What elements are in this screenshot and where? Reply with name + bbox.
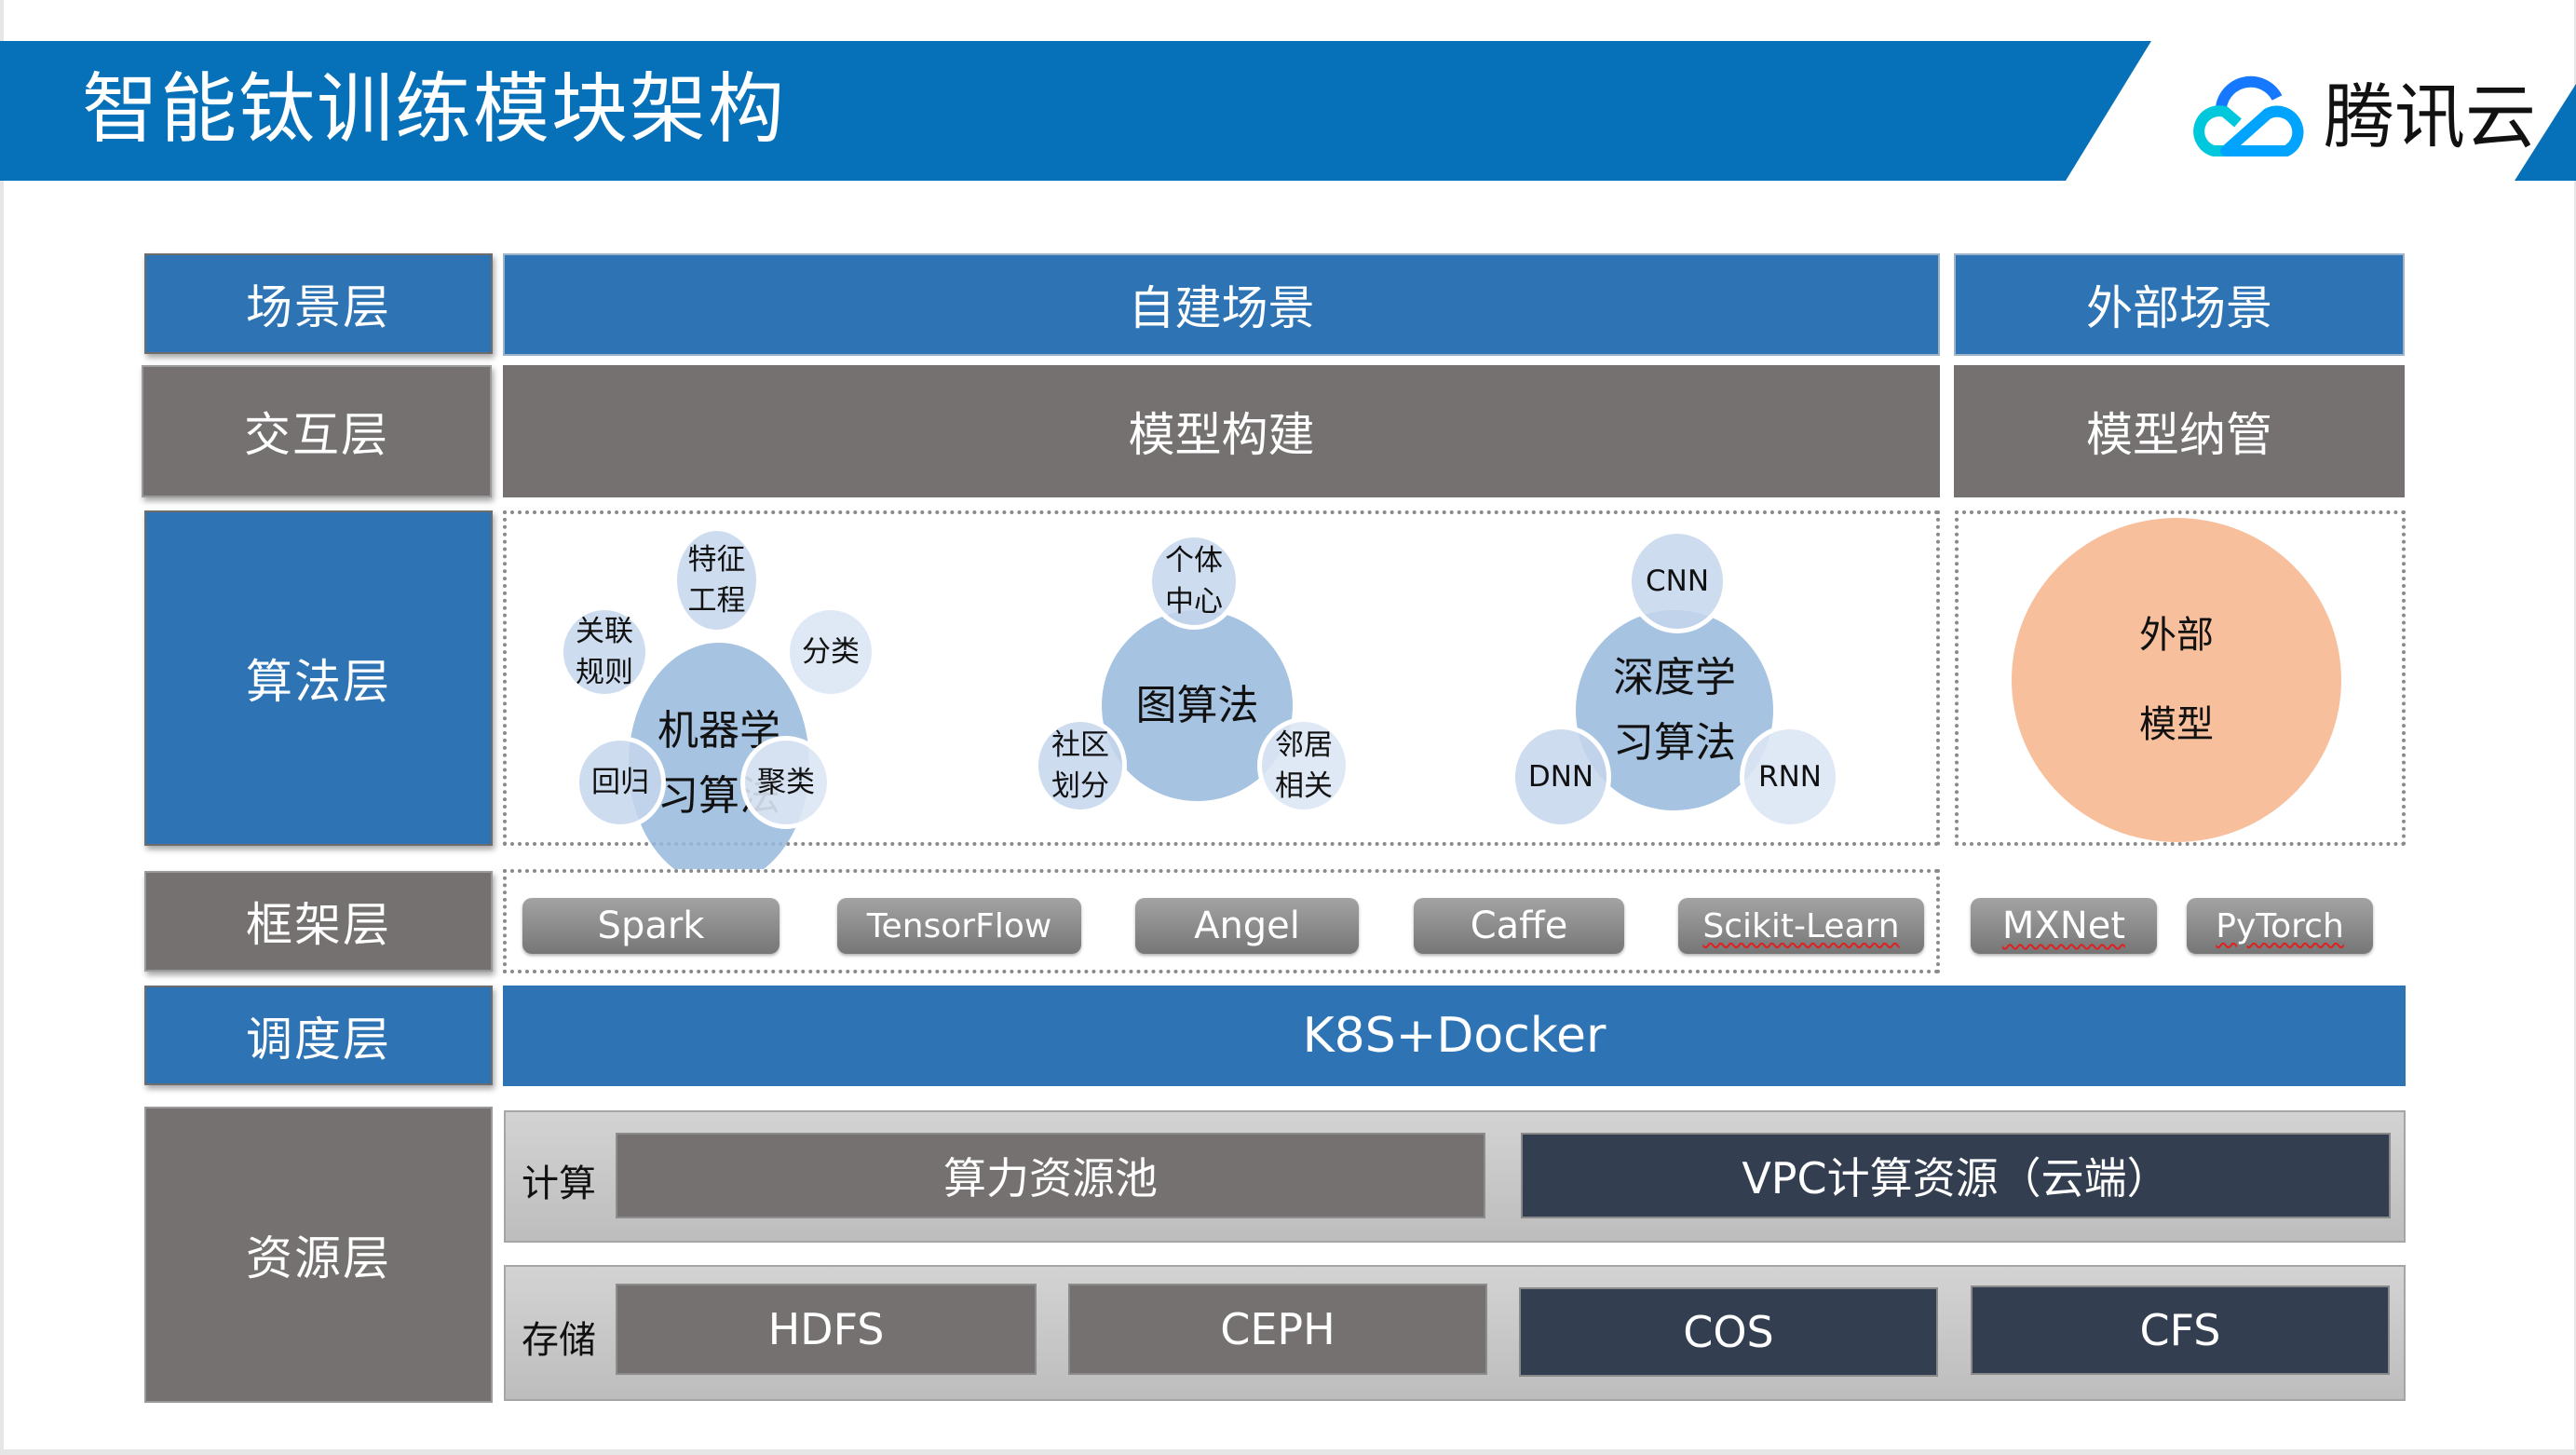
external-scene: 外部场景	[1954, 253, 2405, 356]
rnn-bubble: RNN	[1740, 725, 1840, 829]
association-rule-bubble: 关联 规则	[559, 605, 650, 699]
external-model-bubble: 外部 模型	[2012, 518, 2341, 842]
framework-tensorflow: TensorFlow	[837, 898, 1081, 954]
self-built-scene: 自建场景	[503, 253, 1940, 356]
framework-pytorch: PyTorch	[2187, 898, 2373, 954]
regression-bubble: 回归	[575, 736, 666, 829]
bubble-line: 划分	[1051, 769, 1109, 803]
neighbor-correlation-bubble: 邻居 相关	[1257, 717, 1350, 814]
tencent-cloud-logo-icon	[2193, 75, 2304, 156]
framework-mxnet: MXNet	[1971, 898, 2157, 954]
bubble-line: 聚类	[757, 766, 815, 799]
storage-cos: COS	[1519, 1287, 1938, 1377]
scene-layer-label: 场景层	[144, 253, 493, 354]
page-title: 智能钛训练模块架构	[82, 65, 787, 154]
algorithm-layer-label: 算法层	[144, 510, 493, 846]
classification-bubble: 分类	[785, 605, 876, 699]
framework-layer-label: 框架层	[144, 871, 493, 972]
storage-hdfs: HDFS	[616, 1284, 1037, 1375]
bubble-line: 邻居	[1275, 728, 1333, 762]
bubble-line: 中心	[1165, 585, 1223, 619]
feature-engineering-bubble: 特征 工程	[672, 526, 761, 634]
bubble-line: 关联	[576, 615, 633, 648]
bubble-line: 特征	[687, 543, 746, 577]
model-building: 模型构建	[503, 365, 1940, 497]
interaction-layer-label: 交互层	[142, 365, 492, 497]
bubble-line: RNN	[1758, 760, 1822, 794]
storage-cfs: CFS	[1971, 1285, 2390, 1375]
bubble-line: 外部	[2139, 614, 2214, 657]
framework-scikit-learn: Scikit-Learn	[1678, 898, 1924, 954]
bubble-line: 工程	[687, 584, 746, 618]
storage-label: 存储	[522, 1319, 596, 1362]
compute-label: 计算	[522, 1163, 596, 1205]
resource-layer-label: 资源层	[144, 1107, 493, 1403]
bubble-line: 分类	[802, 635, 860, 669]
framework-spark: Spark	[522, 898, 780, 954]
storage-ceph: CEPH	[1068, 1284, 1487, 1375]
framework-caffe: Caffe	[1414, 898, 1624, 954]
logo-text: 腾讯云	[2324, 75, 2536, 158]
bubble-line: 社区	[1051, 728, 1109, 762]
bubble-line: DNN	[1527, 760, 1594, 794]
k8s-docker-band: K8S+Docker	[503, 986, 2406, 1086]
bubble-line: 深度学	[1613, 653, 1736, 701]
framework-label: PyTorch	[2216, 906, 2344, 945]
model-management: 模型纳管	[1954, 365, 2405, 497]
bubble-line: CNN	[1645, 564, 1710, 598]
tencent-cloud-logo: 腾讯云	[2184, 65, 2556, 168]
cnn-bubble: CNN	[1627, 529, 1728, 633]
framework-label: MXNet	[2001, 904, 2126, 947]
clustering-bubble: 聚类	[740, 736, 832, 829]
compute-pool: 算力资源池	[616, 1133, 1485, 1218]
bubble-line: 规则	[576, 656, 633, 689]
vpc-compute: VPC计算资源（云端）	[1521, 1133, 2391, 1218]
dnn-bubble: DNN	[1511, 725, 1611, 829]
framework-angel: Angel	[1135, 898, 1359, 954]
bubble-line: 图算法	[1135, 681, 1259, 729]
bubble-line: 模型	[2139, 703, 2214, 746]
bubble-line: 个体	[1165, 544, 1223, 578]
bubble-line: 习算法	[1613, 718, 1736, 767]
community-division-bubble: 社区 划分	[1034, 717, 1127, 814]
bubble-line: 相关	[1275, 769, 1333, 803]
framework-label: Scikit-Learn	[1702, 906, 1900, 945]
scheduling-layer-label: 调度层	[144, 986, 493, 1085]
bubble-line: 回归	[591, 766, 649, 799]
individual-center-bubble: 个体 中心	[1147, 533, 1241, 630]
